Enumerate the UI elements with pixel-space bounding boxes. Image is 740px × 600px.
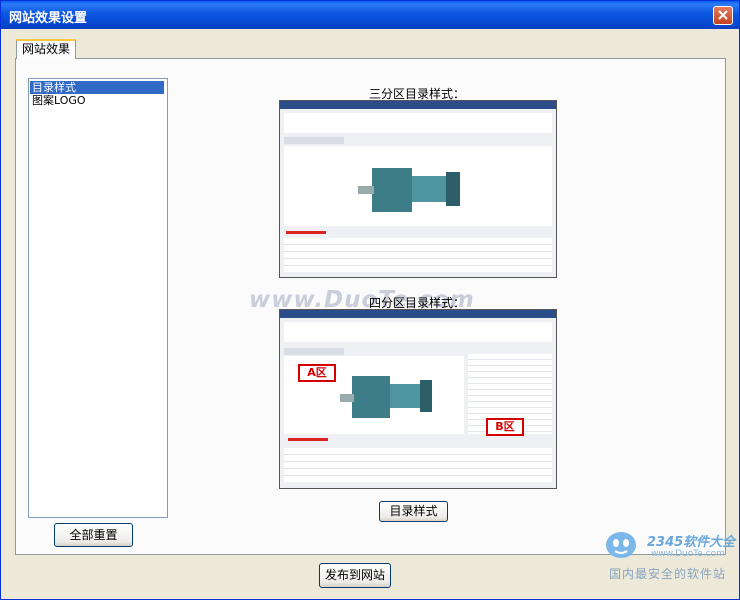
logo-brand: 2345软件大全 [647,535,736,550]
settings-window: 网站效果设置 网站效果 目录样式 图案LOGO 全部重置 三分区目录样式： ww [0,0,740,600]
tab-site-effects[interactable]: 网站效果 [16,39,76,59]
preview-tabs [284,348,344,355]
zone-b-label: B区 [486,418,524,436]
list-item-logo[interactable]: 图案LOGO [30,94,164,107]
title-bar[interactable]: 网站效果设置 [1,1,739,29]
close-icon [718,10,728,20]
three-zone-preview-image [279,100,557,278]
preview-header [280,310,556,318]
site-logo: 2345软件大全 www.DuoTe.com 国内最安全的软件站 [601,525,737,585]
catalog-style-button[interactable]: 目录样式 [379,501,448,522]
gear-motor-icon [358,168,460,212]
preview-product-area [284,146,552,226]
list-item-catalog-style[interactable]: 目录样式 [30,81,164,94]
close-button[interactable] [713,6,733,25]
reset-all-button[interactable]: 全部重置 [54,523,133,547]
preview-table [284,448,552,482]
preview-toolbar [284,113,552,133]
settings-list[interactable]: 目录样式 图案LOGO [28,78,168,518]
logo-slogan: 国内最安全的软件站 [609,567,727,581]
mascot-icon [606,532,636,558]
logo-url: www.DuoTe.com [651,549,725,559]
preview-toolbar [284,322,552,342]
preview-red-label [288,438,328,441]
four-zone-preview-image: A区 B区 [279,309,557,489]
zone-a-label: A区 [298,364,336,382]
publish-to-site-button[interactable]: 发布到网站 [319,563,391,588]
preview-header [280,101,556,109]
preview-tabs [284,137,344,144]
window-title: 网站效果设置 [9,11,88,26]
preview-red-label [286,231,326,234]
preview-table [284,238,552,272]
